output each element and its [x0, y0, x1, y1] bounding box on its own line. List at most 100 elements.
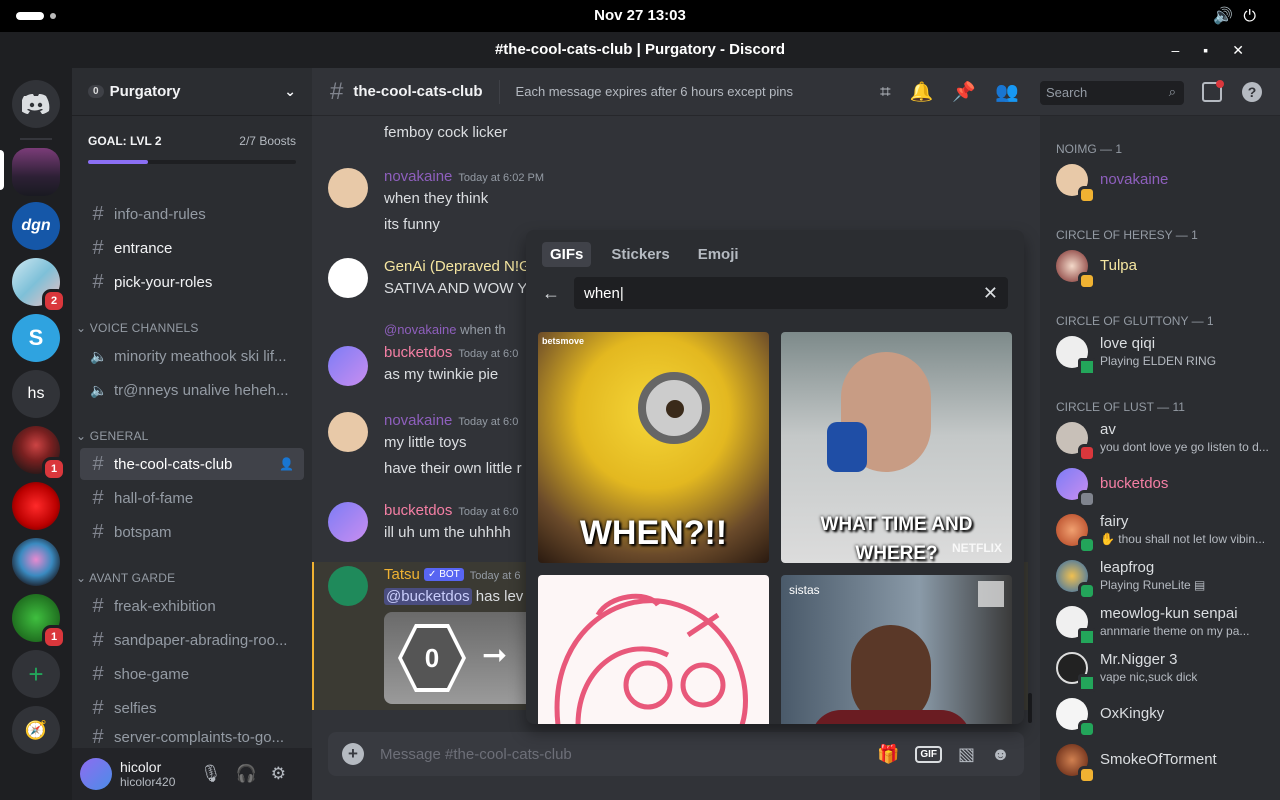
system-clock[interactable]: Nov 27 13:03 — [0, 7, 1280, 24]
message-author[interactable]: novakaine — [384, 412, 452, 429]
pin-icon[interactable]: 📌 — [952, 82, 995, 103]
close-window-icon[interactable]: ✕ — [1232, 42, 1268, 58]
system-tray[interactable]: 🔊⏻ — [1213, 6, 1266, 26]
tab-stickers[interactable]: Stickers — [603, 242, 677, 267]
member-item[interactable]: meowlog-kun senpai annmarie theme on my p… — [1056, 602, 1276, 646]
help-icon[interactable]: ? — [1242, 82, 1262, 102]
maximize-icon[interactable]: ▪ — [1203, 42, 1232, 58]
member-item[interactable]: SmokeOfTorment — [1056, 740, 1276, 784]
server-red-flower[interactable] — [12, 482, 60, 530]
gif-tile[interactable]: betsmove WHEN?!! — [538, 332, 769, 563]
avatar[interactable] — [328, 566, 368, 606]
explore-compass-icon[interactable]: 🧭 — [12, 706, 60, 754]
add-server-icon[interactable]: + — [12, 650, 60, 698]
channel-sandpaper[interactable]: # sandpaper-abrading-roo... — [80, 624, 304, 656]
channel-topic[interactable]: Each message expires after 6 hours excep… — [516, 84, 793, 99]
voice-channel-1[interactable]: 🔈 minority meathook ski lif... — [80, 340, 304, 372]
channel-info-and-rules[interactable]: # info-and-rules — [80, 198, 304, 230]
gif-search-input[interactable]: when | ✕ — [574, 277, 1008, 309]
message-input[interactable]: Message #the-cool-cats-club — [380, 746, 572, 763]
level-up-card[interactable]: 0 ➞ — [384, 612, 534, 704]
channel-label: info-and-rules — [114, 205, 206, 223]
avatar[interactable] — [328, 502, 368, 542]
microphone-icon[interactable]: 🎙 — [200, 764, 236, 783]
search-input[interactable]: Search ⌕ — [1040, 81, 1184, 105]
gif-button[interactable]: GIF — [915, 745, 943, 763]
member-item[interactable]: av you dont love ye go listen to d... — [1056, 418, 1276, 462]
threads-icon[interactable]: ⌗ — [880, 82, 910, 103]
avatar[interactable] — [80, 758, 112, 790]
channel-entrance[interactable]: # entrance — [80, 232, 304, 264]
headphones-icon[interactable]: 🎧 — [236, 764, 271, 783]
emoji-icon[interactable]: ☻ — [991, 744, 1010, 765]
gif-tile[interactable]: WHAT TIME AND WHERE? NETFLIX — [781, 332, 1012, 563]
avatar[interactable] — [328, 412, 368, 452]
scrollbar[interactable] — [1028, 693, 1032, 723]
message-author[interactable]: GenAi (Depraved N!G — [384, 258, 531, 275]
channel-selfies[interactable]: # selfies — [80, 692, 304, 724]
avatar[interactable] — [328, 258, 368, 298]
gear-icon[interactable]: ⚙ — [271, 764, 300, 783]
message-text: its funny — [384, 216, 440, 233]
volume-icon[interactable]: 🔊 — [1213, 8, 1243, 25]
category-voice[interactable]: ⌄ VOICE CHANNELS — [76, 321, 199, 335]
channel-pick-your-roles[interactable]: # pick-your-roles — [80, 266, 304, 298]
server-s[interactable]: S — [12, 314, 60, 362]
member-item[interactable]: Mr.Nigger 3 vape nic,suck dick — [1056, 648, 1276, 692]
back-arrow-icon[interactable]: ← — [542, 283, 574, 304]
tab-gifs[interactable]: GIFs — [542, 242, 592, 267]
chevron-down-icon[interactable]: ⌄ — [284, 83, 296, 100]
member-item[interactable]: bucketdos — [1056, 464, 1276, 508]
member-item[interactable]: Tulpa — [1056, 246, 1276, 290]
member-item[interactable]: love qiqi Playing ELDEN RING — [1056, 332, 1276, 376]
avatar[interactable] — [328, 346, 368, 386]
guild-header[interactable]: 0 Purgatory ⌄ — [72, 68, 312, 116]
reply-preview[interactable]: @novakaine when th — [384, 322, 506, 337]
status-dnd-icon — [1078, 444, 1096, 462]
member-item[interactable]: OxKingky — [1056, 694, 1276, 738]
minimize-icon[interactable]: – — [1172, 42, 1204, 58]
bell-icon[interactable]: 🔔 — [910, 82, 953, 103]
message-author[interactable]: Tatsu — [384, 566, 420, 583]
message[interactable]: novakaine Today at 6:02 PM when they thin… — [328, 168, 1028, 238]
message-time: Today at 6 — [469, 570, 521, 582]
gif-picker: GIFs Stickers Emoji ← when | ✕ betsmove WH… — [526, 230, 1024, 724]
sticker-icon[interactable]: ▧ — [958, 744, 975, 765]
channel-freak-exhibition[interactable]: # freak-exhibition — [80, 590, 304, 622]
attach-plus-icon[interactable]: + — [342, 743, 364, 765]
category-avant-garde[interactable]: ⌄ AVANT GARDE — [76, 571, 175, 585]
voice-channel-2[interactable]: 🔈 tr@nneys unalive heheh... — [80, 374, 304, 406]
channel-the-cool-cats-club[interactable]: # the-cool-cats-club 👤 — [80, 448, 304, 480]
inbox-icon[interactable] — [1202, 80, 1224, 102]
message-author[interactable]: novakaine — [384, 168, 452, 185]
category-general[interactable]: ⌄ GENERAL — [76, 429, 149, 443]
message[interactable]: femboy cock licker — [328, 124, 1028, 148]
server-hs[interactable]: hs — [12, 370, 60, 418]
message-author[interactable]: bucketdos — [384, 344, 452, 361]
channel-botspam[interactable]: # botspam — [80, 516, 304, 548]
channel-shoe-game[interactable]: # shoe-game — [80, 658, 304, 690]
server-avatar-art[interactable] — [12, 538, 60, 586]
server-dgn[interactable]: dgn — [12, 202, 60, 250]
clear-search-icon[interactable]: ✕ — [983, 283, 998, 304]
power-icon[interactable]: ⏻ — [1243, 8, 1266, 25]
server-purgatory[interactable] — [12, 148, 60, 196]
member-item[interactable]: novakaine — [1056, 160, 1276, 204]
tab-emoji[interactable]: Emoji — [690, 242, 747, 267]
message-author[interactable]: bucketdos — [384, 502, 452, 519]
avatar[interactable] — [328, 168, 368, 208]
gif-tile[interactable] — [538, 575, 769, 724]
channel-server-complaints[interactable]: # server-complaints-to-go... — [80, 726, 304, 748]
gif-tile[interactable]: sistas — [781, 575, 1012, 724]
member-item[interactable]: fairy ✋ thou shall not let low vibin... — [1056, 510, 1276, 554]
channel-hall-of-fame[interactable]: # hall-of-fame — [80, 482, 304, 514]
member-item[interactable]: leapfrog Playing RuneLite ▤ — [1056, 556, 1276, 600]
discord-home-icon[interactable] — [12, 80, 60, 128]
gift-icon[interactable]: 🎁 — [877, 744, 899, 765]
user-mention[interactable]: @bucketdos — [384, 588, 472, 605]
boost-goal[interactable]: GOAL: LVL 2 2/7 Boosts — [72, 116, 312, 184]
message-composer[interactable]: + Message #the-cool-cats-club 🎁 GIF ▧ ☻ — [328, 732, 1024, 776]
members-icon[interactable]: 👥 — [995, 82, 1038, 103]
add-member-icon[interactable]: 👤 — [279, 457, 294, 471]
member-group-header: NOIMG — 1 — [1056, 142, 1123, 156]
